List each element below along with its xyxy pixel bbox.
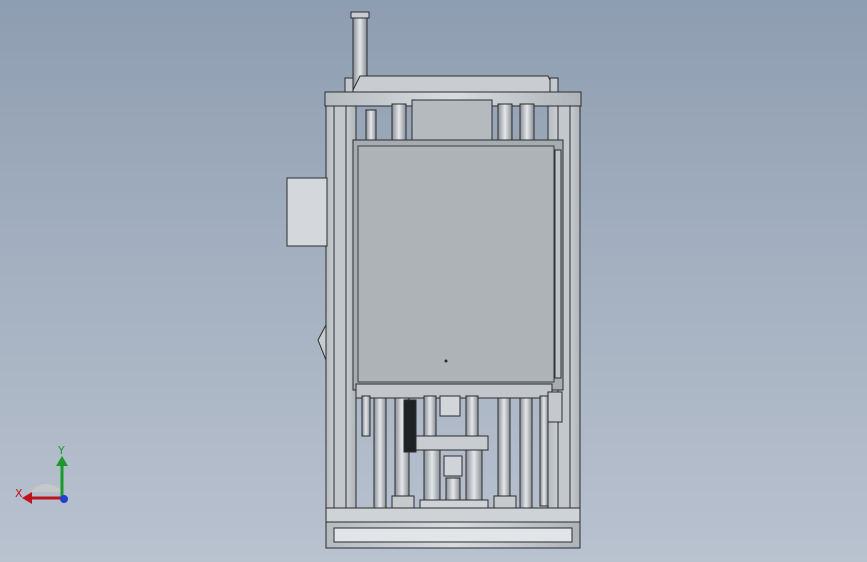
triad-base-shadow <box>30 484 64 492</box>
x-axis-arrow <box>22 492 32 504</box>
y-axis-arrow <box>56 456 68 466</box>
z-axis-dot <box>60 495 68 503</box>
side-box <box>286 177 328 247</box>
top-cover <box>351 75 557 93</box>
axis-triad: Y X <box>15 444 68 504</box>
cable-chain <box>403 399 417 453</box>
base-plate <box>325 507 581 523</box>
cad-viewport[interactable] <box>0 0 867 562</box>
machine-model <box>286 11 582 549</box>
y-axis-label: Y <box>57 444 65 457</box>
x-axis-label: X <box>15 487 23 500</box>
